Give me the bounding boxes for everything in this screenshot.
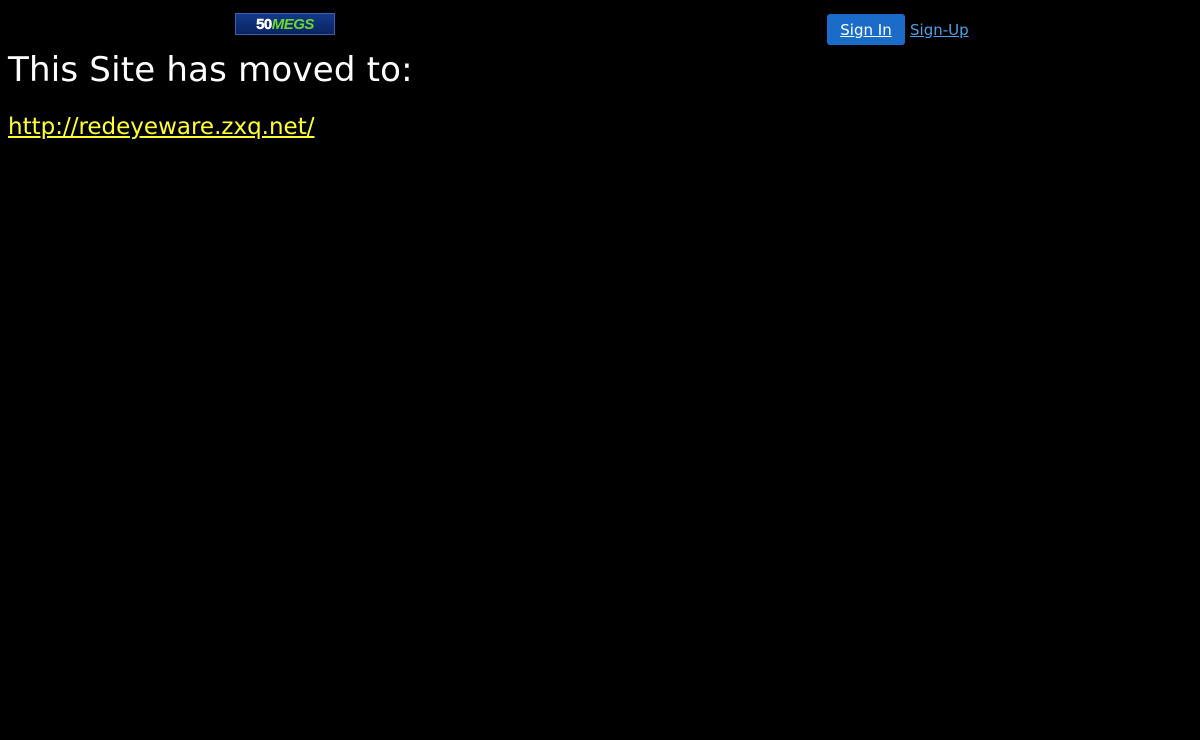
logo-word: MEGS: [271, 15, 315, 33]
auth-controls: Sign In Sign-Up: [827, 14, 969, 45]
new-site-link[interactable]: http://redeyeware.zxq.net/: [8, 114, 314, 140]
top-bar: 50 MEGS Sign In Sign-Up: [0, 0, 1200, 56]
fiftymegs-logo[interactable]: 50 MEGS: [235, 13, 335, 35]
logo-number: 50: [256, 15, 273, 33]
moved-heading: This Site has moved to:: [8, 50, 413, 90]
sign-up-link[interactable]: Sign-Up: [910, 21, 969, 39]
sign-in-button[interactable]: Sign In: [827, 14, 905, 45]
